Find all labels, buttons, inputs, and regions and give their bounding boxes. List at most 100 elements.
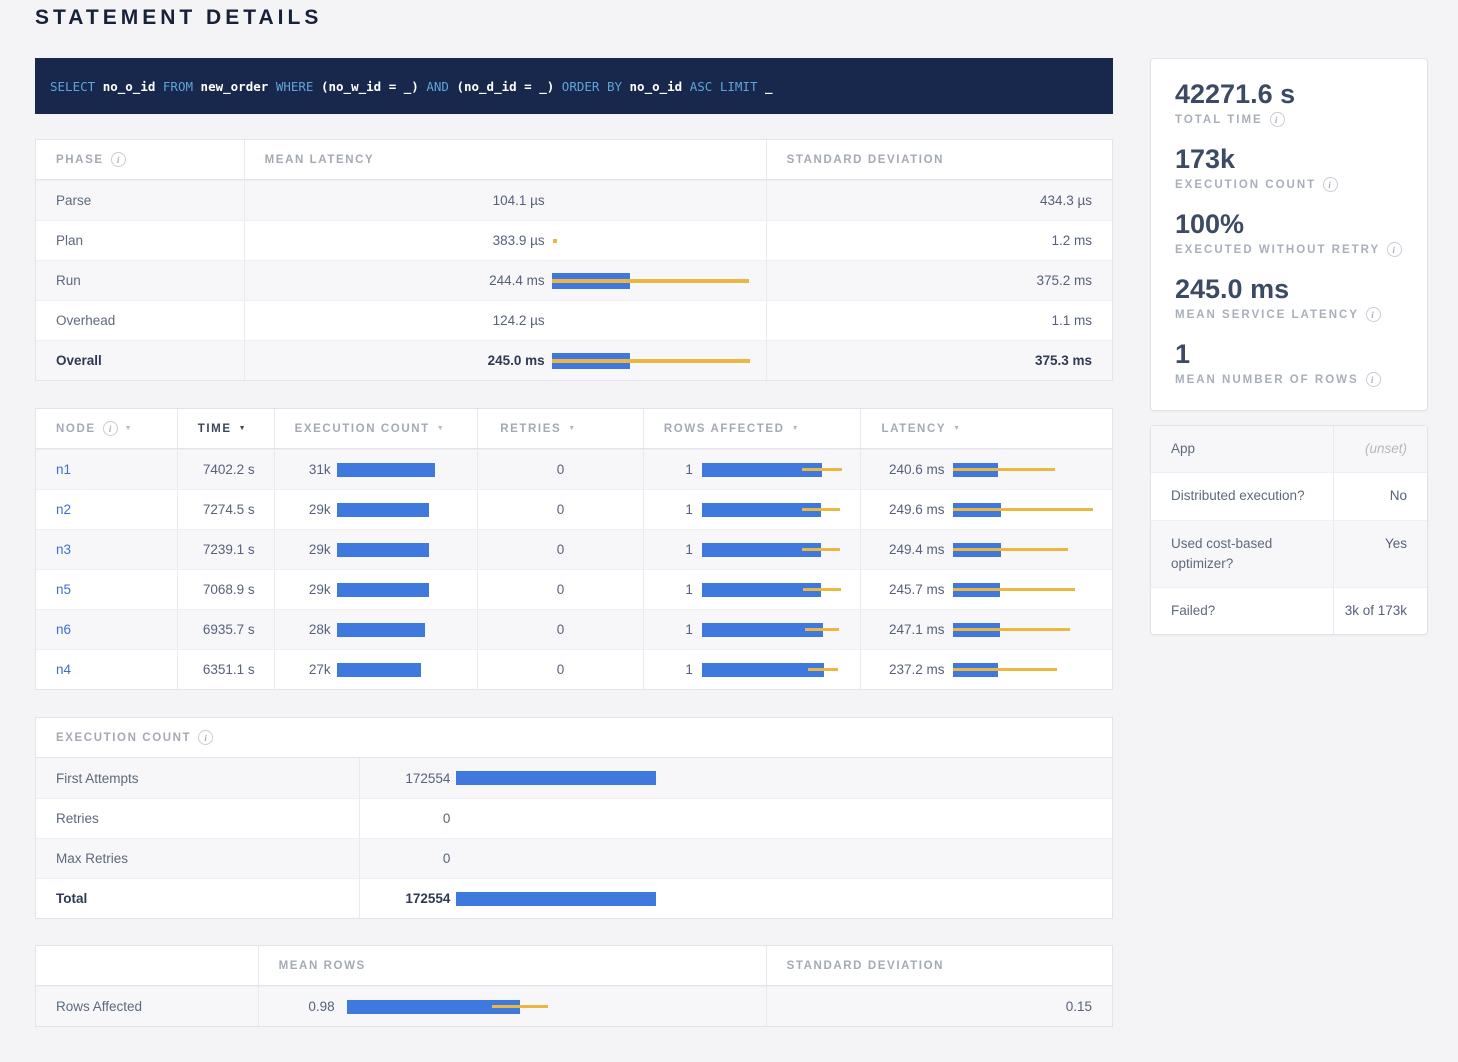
- stddev-line: [953, 628, 1070, 631]
- info-icon[interactable]: i: [1323, 177, 1338, 192]
- execution-count-bar: [337, 663, 447, 677]
- mean-rows-value: 0.98: [259, 999, 335, 1014]
- detail-row-cost-based-optimizer: Used cost-based optimizer? Yes: [1151, 520, 1427, 588]
- sql-token: _: [765, 79, 773, 94]
- latency-bar: [953, 623, 1103, 637]
- sql-token: AND: [426, 79, 456, 94]
- col-header-phase: PHASE i: [36, 140, 245, 179]
- latency-value: 249.6 ms: [861, 502, 944, 517]
- retries-value: 0: [557, 502, 565, 517]
- count-value: 0: [360, 811, 450, 826]
- sql-statement-bar: SELECT no_o_id FROM new_order WHERE (no_…: [35, 58, 1113, 114]
- node-link[interactable]: n1: [56, 462, 71, 477]
- stddev-line: [953, 548, 1068, 551]
- node-link[interactable]: n4: [56, 662, 71, 677]
- rows-affected-value: 1: [644, 462, 693, 477]
- table-row: Run 244.4 ms 375.2 ms: [36, 260, 1112, 300]
- stddev-line: [953, 508, 1093, 511]
- col-header-blank: [36, 946, 259, 985]
- latency-bar: [552, 193, 762, 209]
- info-icon[interactable]: i: [111, 152, 126, 167]
- stat-mean-service-latency: 245.0 ms MEAN SERVICE LATENCYi: [1175, 274, 1403, 322]
- table-row: Retries 0: [36, 798, 1112, 838]
- node-link[interactable]: n3: [56, 542, 71, 557]
- execution-count-value: 29k: [275, 582, 331, 597]
- statement-details-page: STATEMENT DETAILS SELECT no_o_id FROM ne…: [0, 0, 1458, 1027]
- count-value: 172554: [360, 891, 450, 906]
- col-header-execution-count[interactable]: EXECUTION COUNT ▼: [275, 409, 479, 448]
- rows-affected-bar: [702, 543, 857, 557]
- stddev-line: [803, 588, 841, 591]
- info-icon[interactable]: i: [1270, 112, 1285, 127]
- execution-count-value: 28k: [275, 622, 331, 637]
- sort-arrow-icon: ▼: [437, 425, 444, 432]
- detail-row-app: App (unset): [1151, 426, 1427, 472]
- info-icon[interactable]: i: [103, 421, 118, 436]
- sql-token: ORDER BY: [562, 79, 630, 94]
- table-row-node: n6 6935.7 s 28k 0 1 247.1 ms: [36, 609, 1112, 649]
- phase-label: Plan: [56, 233, 83, 248]
- rows-affected-value: 1: [644, 542, 693, 557]
- latency-bar: [552, 233, 762, 249]
- latency-bar: [953, 663, 1103, 677]
- sql-token: new_order: [201, 79, 276, 94]
- execution-count-value: 29k: [275, 542, 331, 557]
- detail-row-distributed-execution: Distributed execution? No: [1151, 472, 1427, 519]
- col-header-rows-affected[interactable]: ROWS AFFECTED ▼: [644, 409, 862, 448]
- sql-token: SELECT: [50, 79, 103, 94]
- table-row: Plan 383.9 µs 1.2 ms: [36, 220, 1112, 260]
- detail-row-failed: Failed? 3k of 173k: [1151, 587, 1427, 634]
- execution-count-value: 29k: [275, 502, 331, 517]
- stddev-line: [802, 468, 842, 471]
- execution-count-bar: [337, 543, 447, 557]
- count-value: 172554: [360, 771, 450, 786]
- latency-value: 240.6 ms: [861, 462, 944, 477]
- latency-bar: [552, 313, 762, 329]
- stddev-line: [808, 668, 838, 671]
- info-icon[interactable]: i: [1366, 372, 1381, 387]
- latency-value: 245.7 ms: [861, 582, 944, 597]
- sql-token: (no_d_id = _): [456, 79, 561, 94]
- mean-bar: [702, 663, 824, 677]
- col-header-retries[interactable]: RETRIES ▼: [478, 409, 644, 448]
- phase-label: Run: [56, 273, 81, 288]
- retries-value: 0: [557, 662, 565, 677]
- mean-latency-value: 104.1 µs: [245, 193, 545, 208]
- count-bar: [456, 812, 676, 826]
- time-value: 7239.1 s: [203, 542, 255, 557]
- stddev-line: [492, 1005, 548, 1008]
- info-icon[interactable]: i: [198, 730, 213, 745]
- rows-affected-bar: [702, 583, 857, 597]
- count-bar: [456, 771, 676, 785]
- stddev-line: [953, 668, 1057, 671]
- stddev-line: [953, 588, 1075, 591]
- latency-bar: [953, 583, 1103, 597]
- rows-affected-table: MEAN ROWS STANDARD DEVIATION Rows Affect…: [35, 945, 1113, 1027]
- col-header-time[interactable]: TIME ▼: [178, 409, 275, 448]
- node-link[interactable]: n2: [56, 502, 71, 517]
- info-icon[interactable]: i: [1387, 242, 1402, 257]
- table-row-total: Total 172554: [36, 878, 1112, 918]
- col-header-latency[interactable]: LATENCY ▼: [861, 409, 1112, 448]
- sort-arrow-icon: ▼: [953, 425, 960, 432]
- table-row: Rows Affected 0.98 0.15: [36, 986, 1112, 1026]
- col-header-node[interactable]: NODE i ▼: [36, 409, 178, 448]
- time-value: 7068.9 s: [203, 582, 255, 597]
- stddev-value: 375.2 ms: [1036, 273, 1092, 288]
- retries-value: 0: [557, 462, 565, 477]
- mean-bar: [456, 771, 656, 785]
- phase-latency-table: PHASE i MEAN LATENCY STANDARD DEVIATION …: [35, 139, 1113, 381]
- table-row-node: n5 7068.9 s 29k 0 1 245.7 ms: [36, 569, 1112, 609]
- retries-value: 0: [557, 622, 565, 637]
- sort-arrow-icon: ▼: [792, 425, 799, 432]
- execution-count-bar: [337, 503, 447, 517]
- info-icon[interactable]: i: [1366, 307, 1381, 322]
- statement-attributes-panel: App (unset) Distributed execution? No Us…: [1150, 425, 1428, 635]
- latency-bar: [953, 503, 1103, 517]
- sort-arrow-icon: ▼: [568, 425, 575, 432]
- node-link[interactable]: n6: [56, 622, 71, 637]
- stddev-value: 1.2 ms: [1052, 233, 1093, 248]
- phase-label: Parse: [56, 193, 91, 208]
- execution-count-bar: [337, 623, 447, 637]
- node-link[interactable]: n5: [56, 582, 71, 597]
